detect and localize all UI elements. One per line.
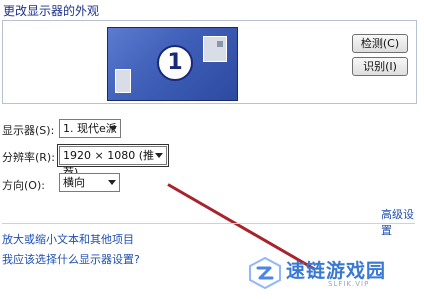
monitor-1-preview[interactable]: 1 [107, 27, 238, 101]
text-size-link[interactable]: 放大或缩小文本和其他项目 [2, 231, 134, 247]
display-label: 显示器(S): [2, 124, 55, 137]
chevron-down-icon [108, 180, 116, 185]
watermark-text: 速链游戏园 [286, 260, 387, 282]
orientation-label: 方向(O): [2, 179, 45, 192]
display-select[interactable]: 1. 现代e派 [59, 119, 121, 138]
watermark-logo-icon [249, 256, 281, 290]
chevron-down-icon [155, 153, 163, 158]
divider [2, 223, 415, 224]
watermark: 速链游戏园 SLFIK.VIP [248, 250, 418, 296]
identify-button[interactable]: 识别(I) [352, 57, 408, 76]
page-title: 更改显示器的外观 [3, 4, 100, 18]
resolution-label: 分辨率(R): [2, 151, 55, 164]
orientation-select[interactable]: 横向 [59, 173, 120, 192]
window-small-icon [115, 69, 131, 93]
orientation-select-value: 横向 [63, 176, 85, 189]
chevron-down-icon [109, 126, 117, 131]
detect-button[interactable]: 检测(C) [352, 34, 408, 53]
which-settings-link[interactable]: 我应该选择什么显示器设置? [2, 251, 140, 267]
resolution-select[interactable]: 1920 × 1080 (推荐) [57, 144, 169, 179]
advanced-settings-link[interactable]: 高级设置 [381, 206, 424, 238]
window-icon [203, 36, 227, 62]
monitor-number: 1 [157, 45, 193, 81]
watermark-subtext: SLFIK.VIP [328, 280, 370, 288]
